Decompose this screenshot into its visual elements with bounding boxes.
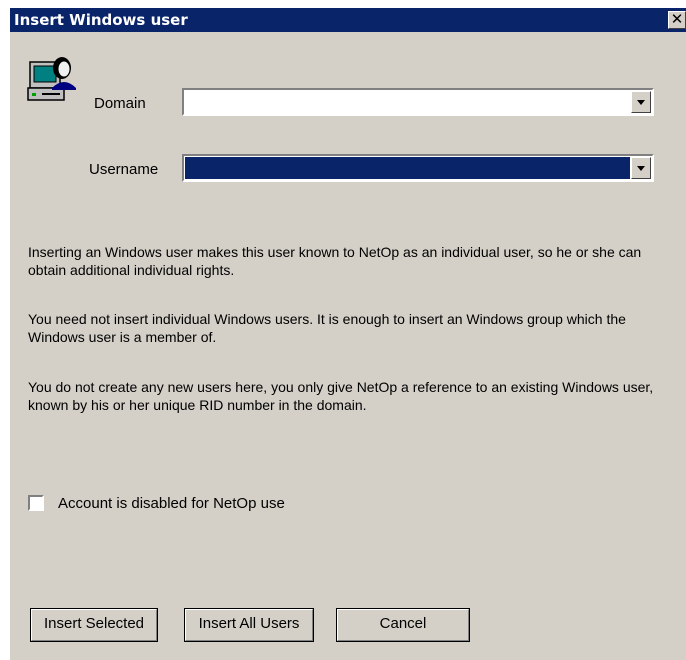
domain-field[interactable] (185, 91, 630, 113)
insert-all-users-button[interactable]: Insert All Users (184, 608, 314, 642)
info-paragraph-2: You need not insert individual Windows u… (28, 311, 626, 345)
close-button[interactable]: ✕ (668, 11, 686, 29)
insert-selected-button[interactable]: Insert Selected (30, 608, 158, 642)
info-paragraph-3: You do not create any new users here, yo… (28, 379, 654, 413)
domain-label: Domain (94, 95, 146, 112)
insert-selected-label: Insert Selected (43, 615, 145, 632)
domain-combobox[interactable] (182, 88, 654, 116)
insert-all-users-label: Insert All Users (198, 615, 300, 632)
close-icon: ✕ (670, 10, 684, 28)
info-paragraph-1: Inserting an Windows user makes this use… (28, 244, 642, 278)
insert-windows-user-dialog: Insert Windows user ✕ Domain Username In… (10, 8, 686, 660)
cancel-label: Cancel (379, 615, 427, 632)
title-bar: Insert Windows user ✕ (10, 8, 686, 32)
window-title: Insert Windows user (14, 11, 188, 29)
account-disabled-label: Account is disabled for NetOp use (58, 495, 285, 512)
username-dropdown-arrow-icon[interactable] (631, 157, 651, 179)
domain-dropdown-arrow-icon[interactable] (631, 91, 651, 113)
username-field[interactable] (185, 157, 630, 179)
username-combobox[interactable] (182, 154, 654, 182)
username-label: Username (89, 161, 159, 178)
cancel-button[interactable]: Cancel (336, 608, 470, 642)
account-disabled-checkbox[interactable] (28, 495, 44, 511)
computer-user-icon (27, 57, 76, 101)
